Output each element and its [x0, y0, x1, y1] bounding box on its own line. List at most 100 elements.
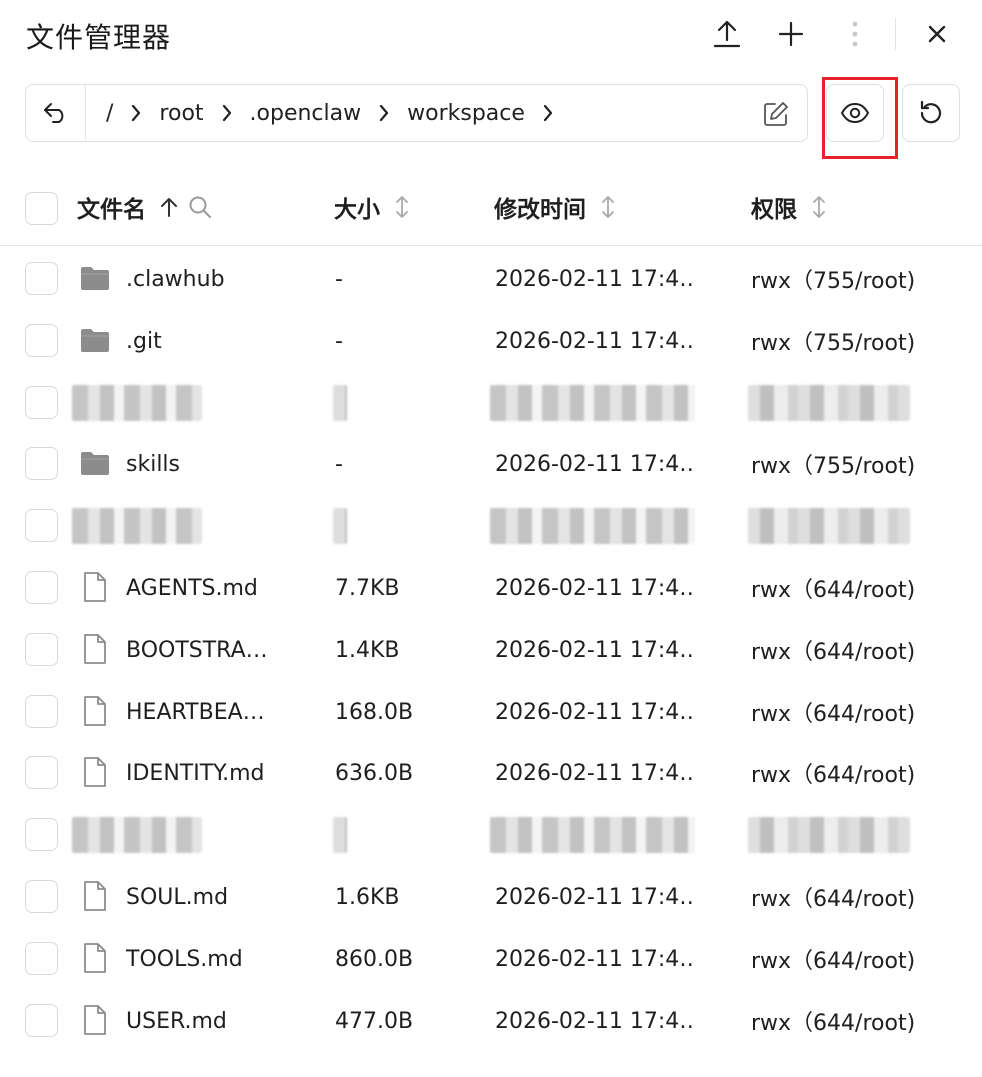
table-row-file[interactable]: AGENTS.md 7.7KB 2026-02-11 17:4… rwx（644/ro… [0, 557, 982, 619]
upload-button[interactable] [705, 12, 749, 56]
table-row-file[interactable]: USER.md 477.0B 2026-02-11 17:4… rwx（644/roo… [0, 990, 982, 1052]
file-modified-time: 2026-02-11 17:4… [495, 760, 695, 786]
redacted-size [333, 508, 347, 544]
file-name[interactable]: HEARTBEA… [126, 681, 286, 743]
breadcrumb-openclaw[interactable]: .openclaw [248, 101, 364, 126]
breadcrumb-root-slash[interactable]: / [104, 101, 115, 126]
breadcrumb-root[interactable]: root [157, 101, 205, 126]
sort-icon[interactable] [394, 194, 410, 220]
file-modified-time: 2026-02-11 17:4… [495, 451, 695, 477]
redacted-name [72, 817, 202, 853]
back-button[interactable] [26, 85, 86, 141]
refresh-icon [920, 100, 942, 124]
file-name[interactable]: .git [126, 310, 286, 372]
highlight-box [822, 77, 898, 159]
table-row-redacted[interactable] [0, 804, 982, 866]
chevron-right-icon [542, 103, 554, 123]
file-name[interactable]: .clawhub [126, 248, 286, 310]
file-permissions: rwx（644/root) [751, 702, 916, 727]
edit-icon [764, 102, 788, 126]
table-row-redacted[interactable] [0, 372, 982, 434]
file-name[interactable]: IDENTITY.md [126, 742, 286, 804]
column-header-modified: 修改时间 [494, 190, 616, 224]
row-checkbox[interactable] [25, 324, 58, 357]
row-checkbox[interactable] [25, 818, 58, 851]
table-row-redacted[interactable] [0, 495, 982, 557]
file-modified-time: 2026-02-11 17:4… [495, 575, 695, 601]
add-button[interactable] [769, 12, 813, 56]
row-checkbox[interactable] [25, 509, 58, 542]
file-size: - [335, 328, 343, 354]
file-permissions: rwx（644/root) [751, 578, 916, 603]
edit-path-button[interactable] [759, 97, 793, 131]
row-checkbox[interactable] [25, 1004, 58, 1037]
file-permissions: rwx（755/root) [751, 454, 916, 479]
row-checkbox[interactable] [25, 756, 58, 789]
chevron-right-icon [378, 103, 390, 123]
file-name[interactable]: AGENTS.md [126, 557, 286, 619]
table-row-file[interactable]: SOUL.md 1.6KB 2026-02-11 17:4… rwx（644/root… [0, 866, 982, 928]
redacted-time [490, 817, 695, 853]
sort-ascending-icon[interactable] [160, 196, 178, 218]
table-row-folder[interactable]: skills - 2026-02-11 17:4… rwx（755/root) [0, 433, 982, 495]
file-icon [84, 572, 106, 602]
table-row-file[interactable]: BOOTSTRA… 1.4KB 2026-02-11 17:4… rwx（644/ro… [0, 619, 982, 681]
row-checkbox[interactable] [25, 695, 58, 728]
table-row-folder[interactable]: .clawhub - 2026-02-11 17:4… rwx（755/root) [0, 248, 982, 310]
file-size: 860.0B [335, 946, 414, 972]
sort-icon[interactable] [811, 194, 827, 220]
refresh-button[interactable] [902, 84, 960, 142]
file-permissions: rwx（644/root) [751, 887, 916, 912]
chevron-right-icon [130, 103, 142, 123]
file-name[interactable]: TOOLS.md [126, 928, 286, 990]
file-name[interactable]: SOUL.md [126, 866, 286, 928]
column-label-size: 大小 [334, 197, 380, 223]
row-checkbox[interactable] [25, 942, 58, 975]
breadcrumb-workspace[interactable]: workspace [405, 101, 527, 126]
file-name[interactable]: skills [126, 433, 286, 495]
row-checkbox[interactable] [25, 633, 58, 666]
redacted-size [333, 817, 347, 853]
file-name[interactable]: USER.md [126, 990, 286, 1052]
window-title: 文件管理器 [26, 21, 172, 54]
row-checkbox[interactable] [25, 571, 58, 604]
table-row-file[interactable]: TOOLS.md 860.0B 2026-02-11 17:4… rwx（644/ro… [0, 928, 982, 990]
row-checkbox[interactable] [25, 262, 58, 295]
file-modified-time: 2026-02-11 17:4… [495, 266, 695, 292]
folder-icon [81, 267, 109, 290]
select-all-checkbox[interactable] [25, 192, 58, 225]
file-icon [84, 881, 106, 911]
column-label-permissions: 权限 [751, 197, 797, 223]
file-name[interactable]: BOOTSTRA… [126, 619, 286, 681]
more-vertical-icon [852, 21, 858, 47]
column-header-permissions: 权限 [751, 190, 827, 224]
file-modified-time: 2026-02-11 17:4… [495, 699, 695, 725]
file-manager-window: 文件管理器 / root .openclaw workspace 文件名 大小 … [0, 0, 982, 1077]
row-checkbox[interactable] [25, 386, 58, 419]
file-size: 7.7KB [335, 575, 400, 601]
column-header-size: 大小 [334, 190, 410, 224]
redacted-name [72, 508, 202, 544]
sort-icon[interactable] [600, 194, 616, 220]
file-permissions: rwx（644/root) [751, 763, 916, 788]
close-button[interactable] [915, 12, 959, 56]
more-button[interactable] [833, 12, 877, 56]
redacted-permissions [748, 385, 910, 421]
redacted-permissions [748, 508, 910, 544]
chevron-right-icon [221, 103, 233, 123]
table-row-folder[interactable]: .git - 2026-02-11 17:4… rwx（755/root) [0, 310, 982, 372]
table-row-file[interactable]: HEARTBEA… 168.0B 2026-02-11 17:4… rwx（644/r… [0, 681, 982, 743]
path-bar: / root .openclaw workspace [25, 84, 808, 142]
close-icon [928, 25, 946, 43]
file-icon [84, 1005, 106, 1035]
undo-arrow-icon [43, 103, 63, 123]
file-icon [84, 696, 106, 726]
row-checkbox[interactable] [25, 447, 58, 480]
search-icon[interactable] [188, 195, 212, 219]
file-modified-time: 2026-02-11 17:4… [495, 637, 695, 663]
row-checkbox[interactable] [25, 880, 58, 913]
redacted-permissions [748, 817, 910, 853]
plus-icon [778, 21, 804, 47]
table-row-file[interactable]: IDENTITY.md 636.0B 2026-02-11 17:4… rwx（644… [0, 742, 982, 804]
file-modified-time: 2026-02-11 17:4… [495, 1008, 695, 1034]
